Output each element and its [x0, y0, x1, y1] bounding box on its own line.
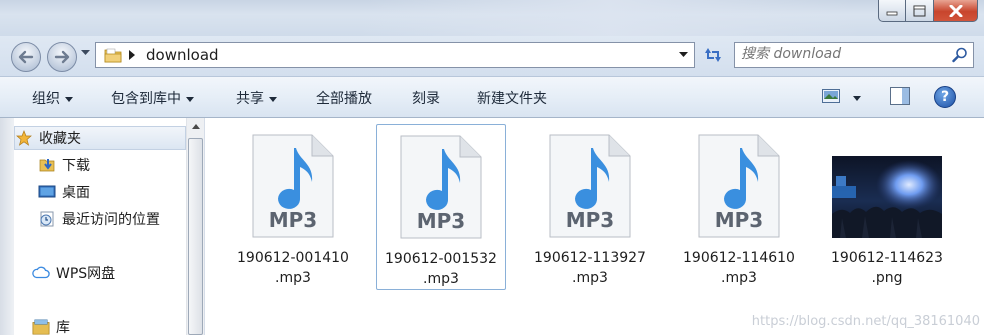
file-item-mp3[interactable]: MP3 190612-114610 .mp3 [674, 124, 804, 290]
share-menu[interactable]: 共享 [236, 88, 277, 108]
mp3-label: MP3 [715, 208, 763, 232]
file-name-line1: 190612-114623 [831, 250, 943, 266]
refresh-button[interactable] [700, 44, 726, 66]
chevron-down-icon [186, 96, 194, 102]
sidebar-item-desktop[interactable]: 桌面 [38, 180, 90, 204]
desktop-icon [38, 183, 56, 201]
minimize-icon [886, 11, 898, 15]
search-icon[interactable] [952, 47, 968, 63]
mp3-file-icon: MP3 [400, 135, 482, 239]
mp3-label: MP3 [566, 208, 614, 232]
sidebar-item-label: 收藏夹 [39, 131, 81, 147]
sidebar-item-wps-cloud[interactable]: WPS网盘 [32, 261, 115, 285]
play-all-button[interactable]: 全部播放 [316, 88, 372, 108]
mp3-label: MP3 [417, 209, 465, 233]
scroll-thumb[interactable] [188, 138, 203, 335]
navigation-pane-shade [0, 118, 14, 335]
sidebar-item-recent-places[interactable]: 最近访问的位置 [38, 207, 160, 231]
preview-pane-icon[interactable] [890, 87, 910, 105]
back-arrow-icon [18, 50, 34, 64]
window-controls [878, 0, 978, 22]
download-folder-icon [38, 156, 56, 174]
file-name-line2: .mp3 [275, 270, 311, 286]
watermark: https://blog.csdn.net/qq_38161040 [751, 314, 980, 329]
recent-places-icon [38, 210, 56, 228]
chevron-up-icon [191, 124, 200, 129]
address-dropdown-icon[interactable] [679, 52, 688, 58]
chevron-down-icon [65, 96, 73, 102]
file-name-line1: 190612-113927 [534, 250, 646, 266]
sidebar-item-label: 最近访问的位置 [62, 212, 160, 228]
address-bar[interactable]: download [95, 42, 695, 68]
title-bar [0, 0, 984, 36]
file-item-mp3[interactable]: MP3 190612-113927 .mp3 [525, 124, 655, 290]
sidebar-item-label: 库 [56, 320, 70, 335]
mp3-label: MP3 [269, 208, 317, 232]
burn-button[interactable]: 刻录 [412, 88, 440, 108]
include-in-library-label: 包含到库中 [111, 91, 181, 107]
file-name-line2: .png [871, 270, 903, 286]
cloud-icon [32, 264, 50, 282]
include-in-library-menu[interactable]: 包含到库中 [111, 88, 194, 108]
image-thumbnail [832, 156, 942, 238]
close-icon [949, 4, 962, 17]
view-options-dropdown-icon[interactable] [853, 96, 861, 101]
sidebar-item-label: 桌面 [62, 185, 90, 201]
organize-label: 组织 [32, 91, 60, 107]
recent-pages-dropdown-icon[interactable] [81, 50, 90, 56]
folder-icon [104, 48, 122, 63]
file-item-png[interactable]: 190612-114623 .png [822, 124, 952, 290]
new-folder-button[interactable]: 新建文件夹 [477, 88, 547, 108]
sidebar-item-downloads[interactable]: 下载 [38, 153, 90, 177]
navigation-pane: 收藏夹 下载 桌面 最近访问的位置 WPS网盘 库 [0, 118, 205, 335]
file-name: 190612-113927 .mp3 [525, 248, 655, 288]
file-name-line1: 190612-114610 [683, 250, 795, 266]
file-name: 190612-114623 .png [822, 248, 952, 288]
organize-menu[interactable]: 组织 [32, 88, 73, 108]
forward-arrow-icon [54, 50, 70, 64]
mp3-file-icon: MP3 [252, 134, 334, 238]
refresh-icon [705, 48, 721, 62]
maximize-button[interactable] [906, 0, 934, 22]
close-button[interactable] [934, 0, 978, 22]
library-icon [32, 318, 50, 335]
file-name-line2: .mp3 [721, 270, 757, 286]
mp3-file-icon: MP3 [698, 134, 780, 238]
help-button[interactable]: ? [934, 86, 956, 108]
forward-button[interactable] [47, 42, 77, 72]
sidebar-item-label: WPS网盘 [56, 266, 116, 282]
file-list: MP3 190612-001410 .mp3 MP3 190612-001532.… [206, 118, 984, 335]
mp3-file-icon: MP3 [549, 134, 631, 238]
change-view-icon[interactable] [822, 89, 840, 103]
navigation-scrollbar[interactable] [186, 118, 204, 335]
file-name-line2: .mp3 [423, 271, 459, 287]
file-name-line1: 190612-001410 [237, 250, 349, 266]
search-input[interactable] [741, 46, 941, 62]
share-label: 共享 [236, 91, 264, 107]
star-icon [15, 129, 33, 147]
breadcrumb-arrow-icon[interactable] [128, 50, 136, 60]
sidebar-item-label: 下载 [62, 158, 90, 174]
command-bar: 组织 包含到库中 共享 全部播放 刻录 新建文件夹 ? [0, 76, 984, 118]
maximize-icon [913, 5, 926, 16]
file-name-line2: .mp3 [572, 270, 608, 286]
file-item-mp3-selected[interactable]: MP3 190612-001532 .mp3 [376, 124, 506, 290]
chevron-down-icon [269, 96, 277, 102]
file-name: 190612-001532 .mp3 [377, 249, 505, 289]
sidebar-item-libraries[interactable]: 库 [32, 315, 70, 335]
file-name: 190612-001410 .mp3 [228, 248, 358, 288]
sidebar-item-favorites[interactable]: 收藏夹 [14, 126, 186, 150]
file-item-mp3[interactable]: MP3 190612-001410 .mp3 [228, 124, 358, 290]
breadcrumb-download[interactable]: download [146, 46, 219, 64]
file-name-line1: 190612-001532 [385, 251, 497, 267]
file-name: 190612-114610 .mp3 [674, 248, 804, 288]
minimize-button[interactable] [878, 0, 906, 22]
back-button[interactable] [11, 42, 41, 72]
search-box[interactable] [734, 42, 974, 68]
scroll-up-button[interactable] [187, 118, 204, 135]
